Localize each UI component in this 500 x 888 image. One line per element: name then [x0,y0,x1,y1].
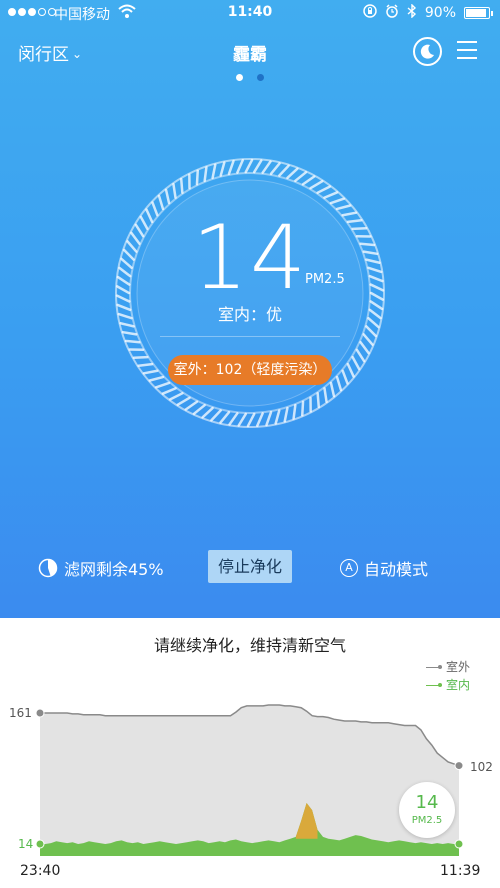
auto-mode-button[interactable]: A 自动模式 [340,556,428,580]
current-indoor-bubble: 14 PM2.5 [399,782,455,838]
battery-icon [464,7,493,19]
auto-mode-icon: A [340,559,358,577]
moon-icon [420,44,434,59]
stop-purify-button[interactable]: 停止净化 [208,550,292,583]
outdoor-end-point [454,761,464,771]
legend-outdoor: 室外 [426,658,470,676]
x-end-time: 11:39 [440,863,481,879]
outdoor-quality-badge: 室外：102（轻度污染） [168,355,332,385]
indoor-start-point [35,839,45,849]
current-indoor-value: 14 [415,792,439,813]
battery-percent: 90% [424,5,456,21]
auto-mode-label: 自动模式 [364,560,429,579]
indoor-end-point [454,839,464,849]
advice-message: 请继续净化，维持清新空气 [153,636,346,655]
bluetooth-icon [407,3,417,22]
current-indoor-unit: PM2.5 [411,815,443,826]
filter-remaining: 滤网剩余45% [64,560,164,579]
rotation-lock-icon [363,4,377,22]
outdoor-start-point [35,708,45,718]
pm25-unit: PM2.5 [305,272,345,287]
filter-pie-icon [38,558,58,578]
page-indicator [0,74,500,81]
chart-legend: 室外 室内 [426,658,470,694]
outdoor-end-value: 102 [470,760,493,774]
indoor-quality: 室内：优 [217,305,282,324]
x-start-time: 23:40 [20,863,61,879]
menu-button[interactable] [457,41,477,59]
status-bar: 中国移动 11:40 90% [0,0,500,26]
pm25-reading: 14 [0,206,500,309]
outdoor-area [40,705,459,844]
night-mode-button[interactable] [413,37,442,66]
control-bar: 滤网剩余45% 停止净化 A 自动模式 [0,550,500,584]
pm25-value: 14 [192,206,308,309]
outdoor-start-value: 161 [9,706,32,720]
main-panel: 中国移动 11:40 90% 闵行区 ⌄ 霾霸 14 PM2.5 室内：优 室外… [0,0,500,618]
divider [160,336,340,337]
filter-status[interactable]: 滤网剩余45% [38,556,164,580]
indoor-start-value: 14 [18,837,34,851]
page-dot-2[interactable] [257,74,264,81]
page-dot-1[interactable] [236,74,243,81]
alarm-icon [385,4,399,22]
